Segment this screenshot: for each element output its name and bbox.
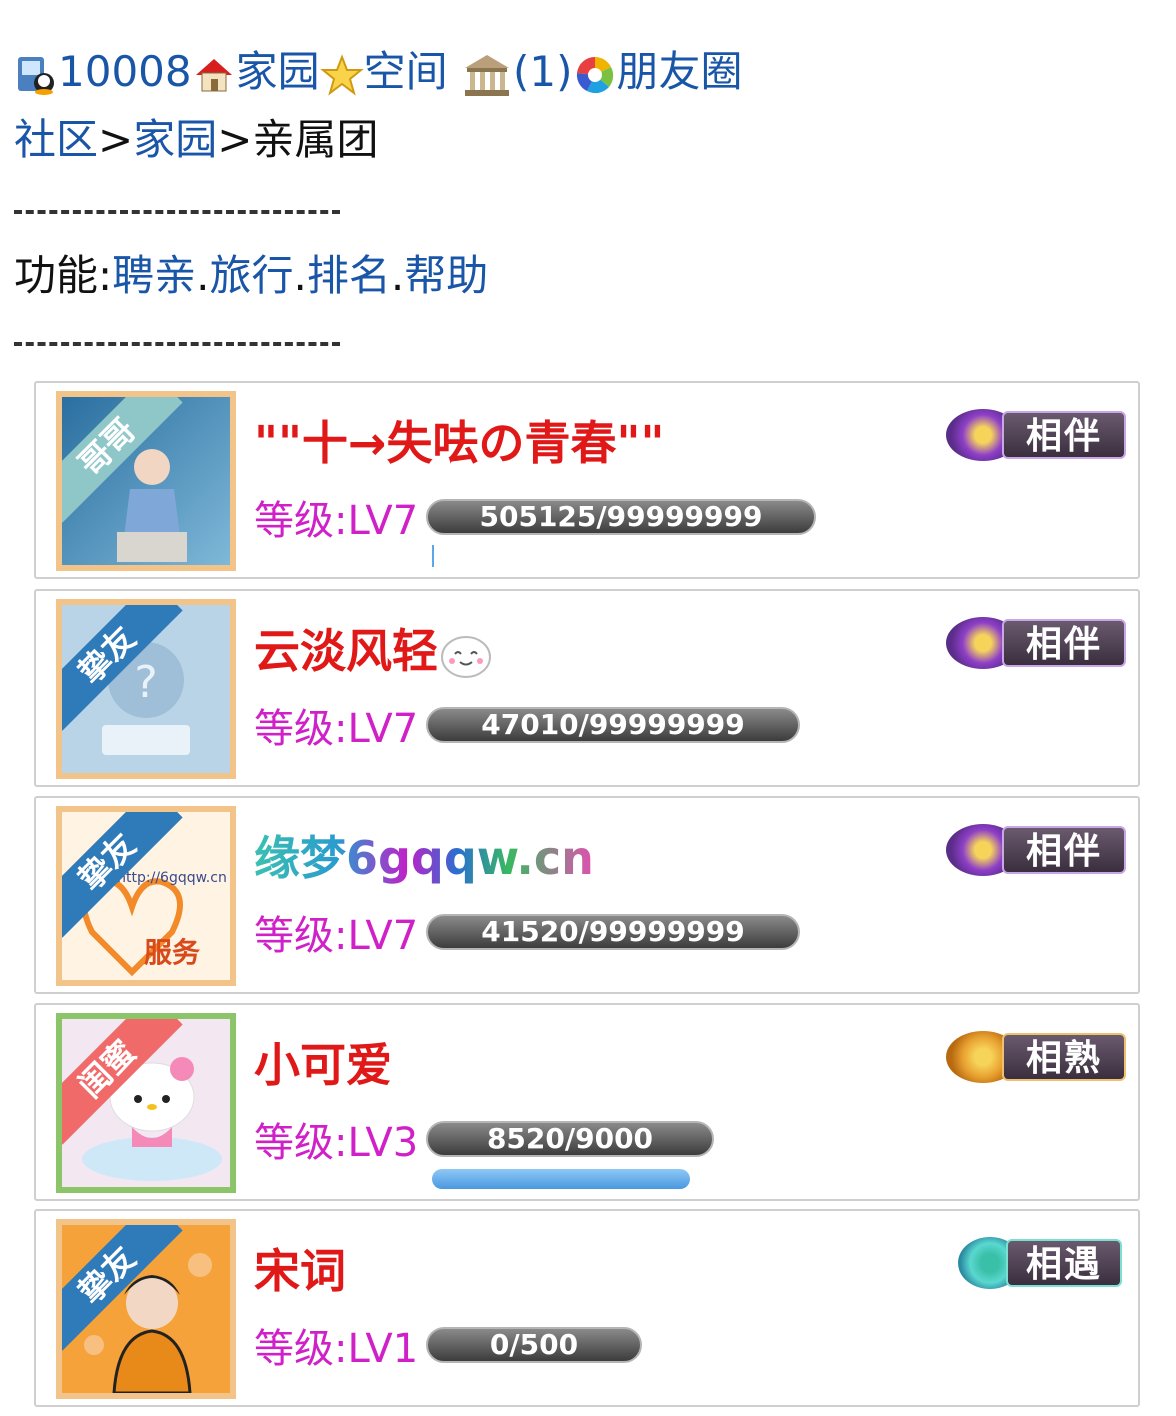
top-nav: 10008 家园 空间 (1) 朋友圈: [14, 44, 743, 100]
member-avatar[interactable]: 闺蜜: [56, 1013, 236, 1193]
exp-progress-fill: [432, 1169, 690, 1189]
breadcrumb-separator: >: [98, 115, 134, 164]
member-name[interactable]: 小可爱: [254, 1035, 392, 1095]
bank-link[interactable]: (1): [513, 47, 573, 96]
member-level: 等级:LV7: [254, 913, 419, 959]
intimacy-label: 相遇: [1006, 1239, 1122, 1287]
function-label: 功能:: [14, 251, 113, 300]
travel-link[interactable]: 旅行: [210, 251, 294, 300]
moments-link[interactable]: 朋友圈: [617, 47, 743, 96]
exp-bar: 8520/9000: [426, 1121, 714, 1157]
intimacy-label: 相熟: [1002, 1033, 1126, 1081]
member-card[interactable]: 闺蜜 小可爱 等级:LV3 8520/9000 相熟: [34, 1003, 1140, 1201]
qq-number-link[interactable]: 10008: [58, 47, 192, 96]
divider: [14, 210, 340, 214]
member-avatar[interactable]: 哥哥: [56, 391, 236, 571]
breadcrumb-current: 亲属团: [252, 115, 379, 164]
member-level: 等级:LV7: [254, 498, 419, 544]
svg-text:服务: 服务: [144, 936, 200, 969]
moments-aperture-icon: [573, 53, 617, 97]
member-level: 等级:LV3: [254, 1120, 419, 1166]
member-name[interactable]: 云淡风轻: [254, 621, 494, 681]
intimacy-badge: 相伴: [946, 615, 1128, 671]
breadcrumb-community[interactable]: 社区: [14, 115, 98, 164]
svg-text:?: ?: [134, 657, 157, 708]
help-link[interactable]: 帮助: [404, 251, 488, 300]
home-icon: [192, 53, 236, 97]
exp-bar: 0/500: [426, 1327, 642, 1363]
member-name[interactable]: 宋词: [254, 1241, 346, 1301]
dot-separator: .: [390, 251, 405, 300]
home-link[interactable]: 家园: [236, 47, 320, 96]
space-link[interactable]: 空间: [364, 47, 448, 96]
intimacy-label: 相伴: [1002, 619, 1126, 667]
intimacy-badge: 相伴: [946, 407, 1128, 463]
qq-phone-icon: [14, 53, 58, 97]
member-avatar[interactable]: ? 挚友: [56, 599, 236, 779]
breadcrumb-home[interactable]: 家园: [133, 115, 217, 164]
member-card[interactable]: 哥哥 ""十→失呿の青春"" 等级:LV7 505125/99999999 相伴: [34, 381, 1140, 579]
svg-text:http://6gqqw.cn: http://6gqqw.cn: [117, 870, 227, 886]
bank-building-icon: [461, 52, 513, 98]
dot-separator: .: [293, 251, 307, 300]
member-card[interactable]: 挚友 宋词 等级:LV1 0/500 相遇: [34, 1209, 1140, 1407]
dot-separator: .: [196, 251, 210, 300]
member-avatar[interactable]: 挚友: [56, 1219, 236, 1399]
member-level: 等级:LV1: [254, 1326, 419, 1372]
exp-bar: 41520/99999999: [426, 914, 800, 950]
star-icon: [319, 53, 364, 97]
intimacy-badge: 相熟: [946, 1029, 1128, 1085]
function-menu: 功能:聘亲.旅行.排名.帮助: [14, 248, 488, 304]
exp-bar: 505125/99999999: [426, 499, 816, 535]
divider: [14, 342, 340, 346]
member-card[interactable]: http://6gqqw.cn 服务 挚友 缘梦6gqqw.cn 等级:LV7 4…: [34, 796, 1140, 994]
smile-face-icon: [438, 630, 494, 680]
rank-link[interactable]: 排名: [307, 251, 391, 300]
exp-progress-fill: [432, 545, 434, 567]
intimacy-badge: 相伴: [946, 822, 1128, 878]
breadcrumb-separator: >: [217, 115, 253, 164]
member-name[interactable]: 缘梦6gqqw.cn: [254, 828, 594, 888]
recruit-link[interactable]: 聘亲: [112, 251, 196, 300]
member-avatar[interactable]: http://6gqqw.cn 服务 挚友: [56, 806, 236, 986]
intimacy-label: 相伴: [1002, 411, 1126, 459]
intimacy-label: 相伴: [1002, 826, 1126, 874]
exp-bar: 47010/99999999: [426, 707, 800, 743]
breadcrumb: 社区>家园>亲属团: [14, 112, 378, 168]
member-level: 等级:LV7: [254, 706, 419, 752]
member-name[interactable]: ""十→失呿の青春"": [254, 413, 664, 473]
intimacy-badge: 相遇: [958, 1235, 1124, 1291]
member-card[interactable]: ? 挚友 云淡风轻 等级:LV7 47010/99999999 相伴: [34, 589, 1140, 787]
